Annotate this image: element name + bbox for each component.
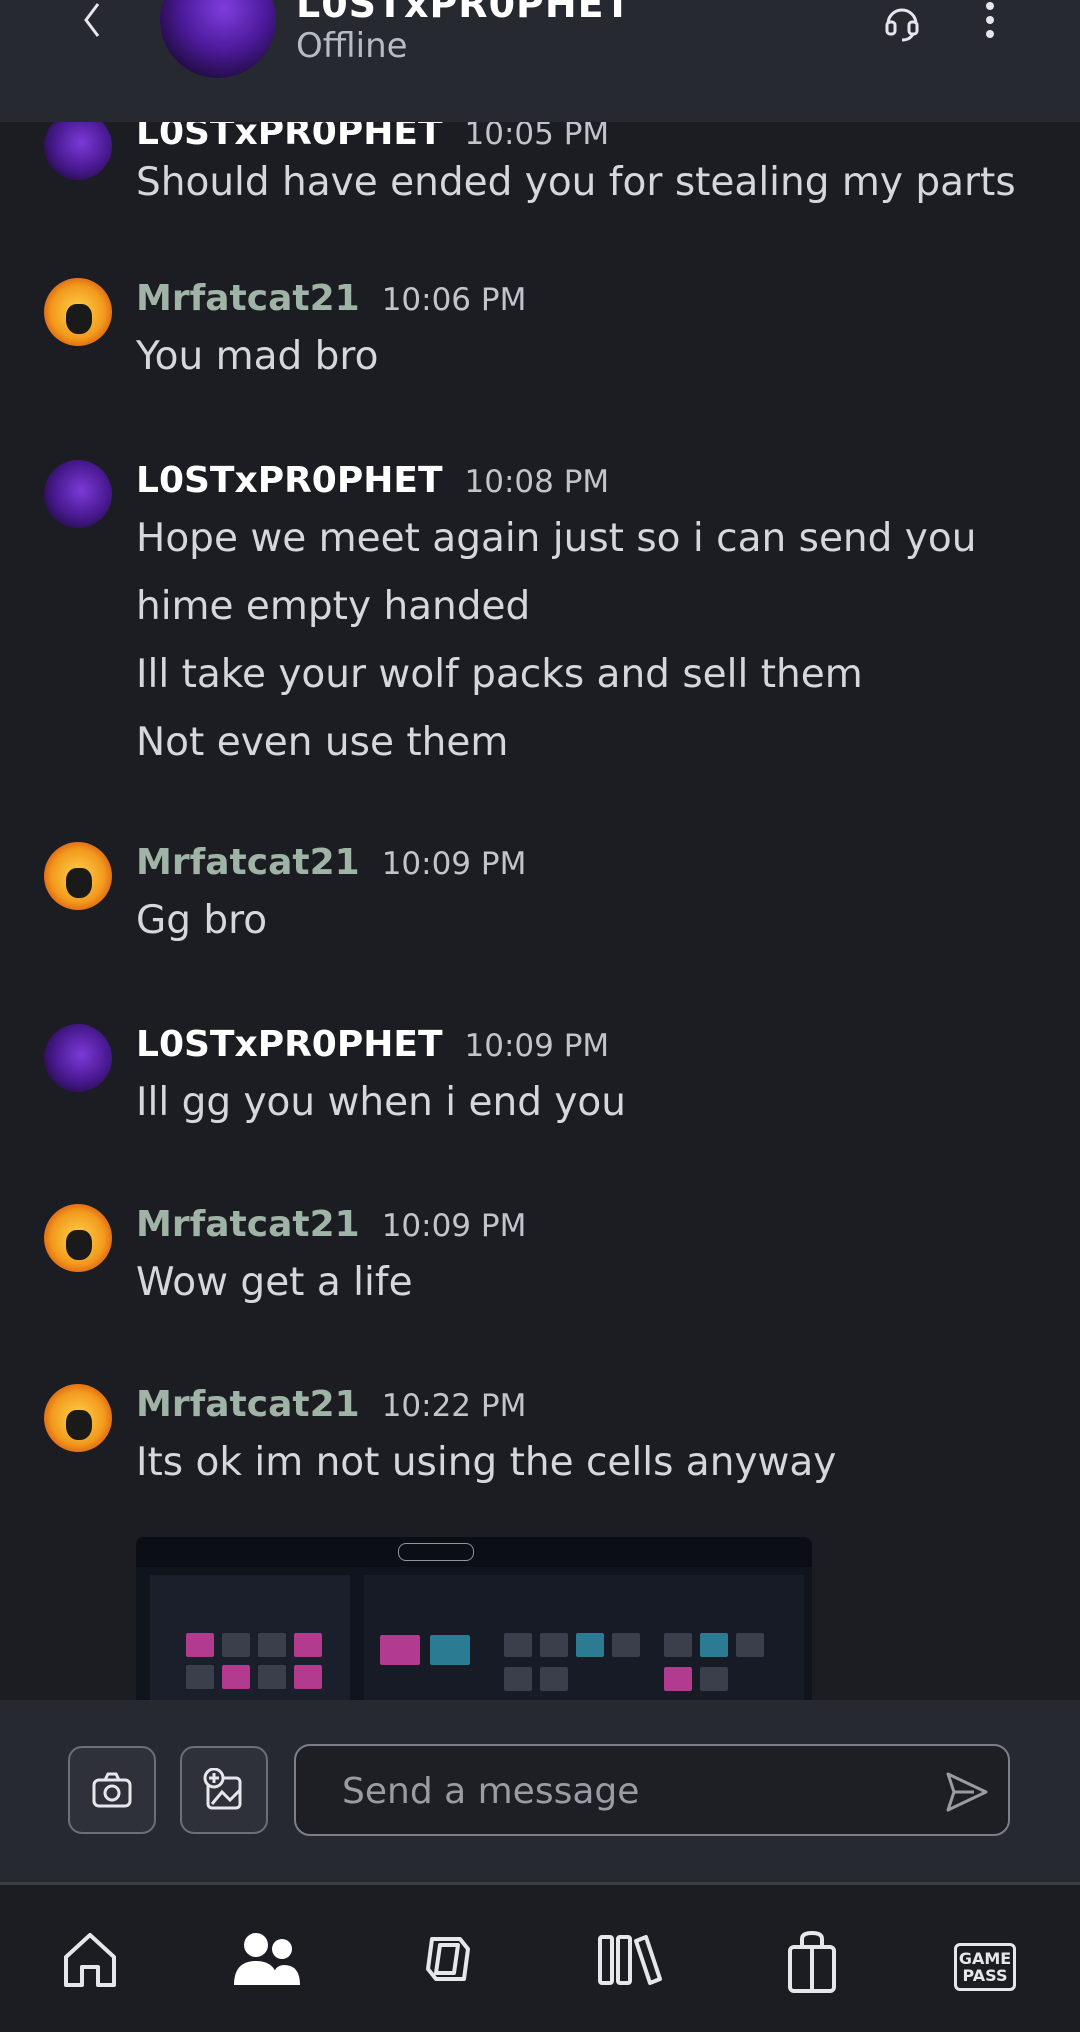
message-text: Should have ended you for stealing my pa…: [136, 160, 1016, 205]
attachment-slot: [186, 1665, 214, 1689]
headset-icon[interactable]: [880, 0, 924, 44]
attachment-tab-pill: [398, 1543, 474, 1561]
message-text: You mad bro: [136, 334, 379, 379]
xbox-logo-icon: [426, 1937, 470, 1981]
message-author[interactable]: Mrfatcat21: [136, 842, 360, 883]
home-icon: [64, 1933, 116, 1987]
attachment-slot: [700, 1633, 728, 1657]
attachment-slot: [576, 1633, 604, 1657]
contact-name[interactable]: L0STxPR0PHET: [296, 0, 632, 26]
message-author[interactable]: Mrfatcat21: [136, 278, 360, 319]
message-header: L0STxPR0PHET 10:08 PM: [136, 460, 609, 501]
add-image-icon: [203, 1768, 242, 1810]
message-text: Gg bro: [136, 898, 268, 943]
bottom-nav: GAME PASS: [0, 1885, 1080, 2032]
message-list[interactable]: L0STxPR0PHET 10:05 PM Should have ended y…: [0, 122, 1080, 1700]
attachment-slot: [504, 1633, 532, 1657]
store-icon: [788, 1930, 836, 1993]
image-attachment[interactable]: [136, 1537, 812, 1700]
message-header: Mrfatcat21 10:06 PM: [136, 278, 526, 319]
author-avatar[interactable]: [44, 1024, 112, 1092]
message-text: Not even use them: [136, 720, 509, 765]
message-time: 10:08 PM: [464, 464, 610, 500]
contact-avatar[interactable]: [160, 0, 276, 78]
send-icon[interactable]: [944, 1770, 990, 1814]
back-arrow-icon[interactable]: [70, 0, 114, 44]
author-avatar[interactable]: [44, 1384, 112, 1452]
message-time: 10:22 PM: [381, 1388, 527, 1424]
attachment-slot: [664, 1633, 692, 1657]
attachment-slot: [294, 1665, 322, 1689]
message-header: L0STxPR0PHET 10:05 PM: [136, 122, 609, 153]
message-author[interactable]: L0STxPR0PHET: [136, 460, 443, 501]
message-header: Mrfatcat21 10:09 PM: [136, 1204, 526, 1245]
more-options-icon[interactable]: [970, 0, 1010, 44]
attachment-slot: [736, 1633, 764, 1657]
message-time: 10:09 PM: [381, 1208, 527, 1244]
attachment-slot: [504, 1667, 532, 1691]
attachment-slot: [700, 1667, 728, 1691]
nav-library[interactable]: [566, 1885, 686, 2032]
message-author[interactable]: L0STxPR0PHET: [136, 1024, 443, 1065]
attachment-slot: [612, 1633, 640, 1657]
message-text: Ill take your wolf packs and sell them: [136, 652, 863, 697]
camera-icon: [92, 1772, 132, 1808]
attachment-slot: [540, 1667, 568, 1691]
message-text: hime empty handed: [136, 584, 531, 629]
attachment-slot: [186, 1633, 214, 1657]
message-author[interactable]: Mrfatcat21: [136, 1384, 360, 1425]
message-text: Ill gg you when i end you: [136, 1080, 627, 1125]
attachment-stash-panel: [150, 1575, 350, 1700]
message-time: 10:05 PM: [464, 122, 610, 152]
attachment-slot: [540, 1633, 568, 1657]
author-avatar[interactable]: [44, 122, 112, 180]
nav-xbox[interactable]: [388, 1885, 508, 2032]
message-header: L0STxPR0PHET 10:09 PM: [136, 1024, 609, 1065]
attachment-slot: [222, 1665, 250, 1689]
attachment-slot: [294, 1633, 322, 1657]
friends-icon: [234, 1933, 300, 1985]
camera-button[interactable]: [68, 1746, 156, 1834]
message-input[interactable]: [340, 1760, 904, 1822]
attachment-slot: [222, 1633, 250, 1657]
chat-header: L0STxPR0PHET Offline: [0, 0, 1080, 122]
message-text: Its ok im not using the cells anyway: [136, 1440, 837, 1485]
attachment-slot: [258, 1665, 286, 1689]
message-header: Mrfatcat21 10:22 PM: [136, 1384, 526, 1425]
library-icon: [598, 1935, 662, 1985]
game-pass-icon: GAME PASS: [954, 1943, 1016, 1991]
attachment-slot: [380, 1635, 420, 1665]
nav-friends[interactable]: [202, 1885, 322, 2032]
attachment-loadout-panel: [364, 1575, 804, 1700]
nav-game-pass[interactable]: GAME PASS: [924, 1885, 1044, 2032]
message-author[interactable]: Mrfatcat21: [136, 1204, 360, 1245]
add-image-button[interactable]: [180, 1746, 268, 1834]
nav-store[interactable]: [752, 1885, 872, 2032]
author-avatar[interactable]: [44, 460, 112, 528]
message-header: Mrfatcat21 10:09 PM: [136, 842, 526, 883]
message-text: Wow get a life: [136, 1260, 413, 1305]
author-avatar[interactable]: [44, 842, 112, 910]
author-avatar[interactable]: [44, 278, 112, 346]
attachment-slot: [430, 1635, 470, 1665]
contact-status: Offline: [296, 26, 408, 66]
message-time: 10:09 PM: [464, 1028, 610, 1064]
message-input-box[interactable]: [294, 1744, 1010, 1836]
attachment-slot: [258, 1633, 286, 1657]
nav-home[interactable]: [30, 1885, 150, 2032]
attachment-slot: [664, 1667, 692, 1691]
message-text: Hope we meet again just so i can send yo…: [136, 516, 977, 561]
attachment-topbar: [136, 1537, 812, 1567]
message-time: 10:09 PM: [381, 846, 527, 882]
message-author[interactable]: L0STxPR0PHET: [136, 122, 443, 153]
author-avatar[interactable]: [44, 1204, 112, 1272]
message-time: 10:06 PM: [381, 282, 527, 318]
